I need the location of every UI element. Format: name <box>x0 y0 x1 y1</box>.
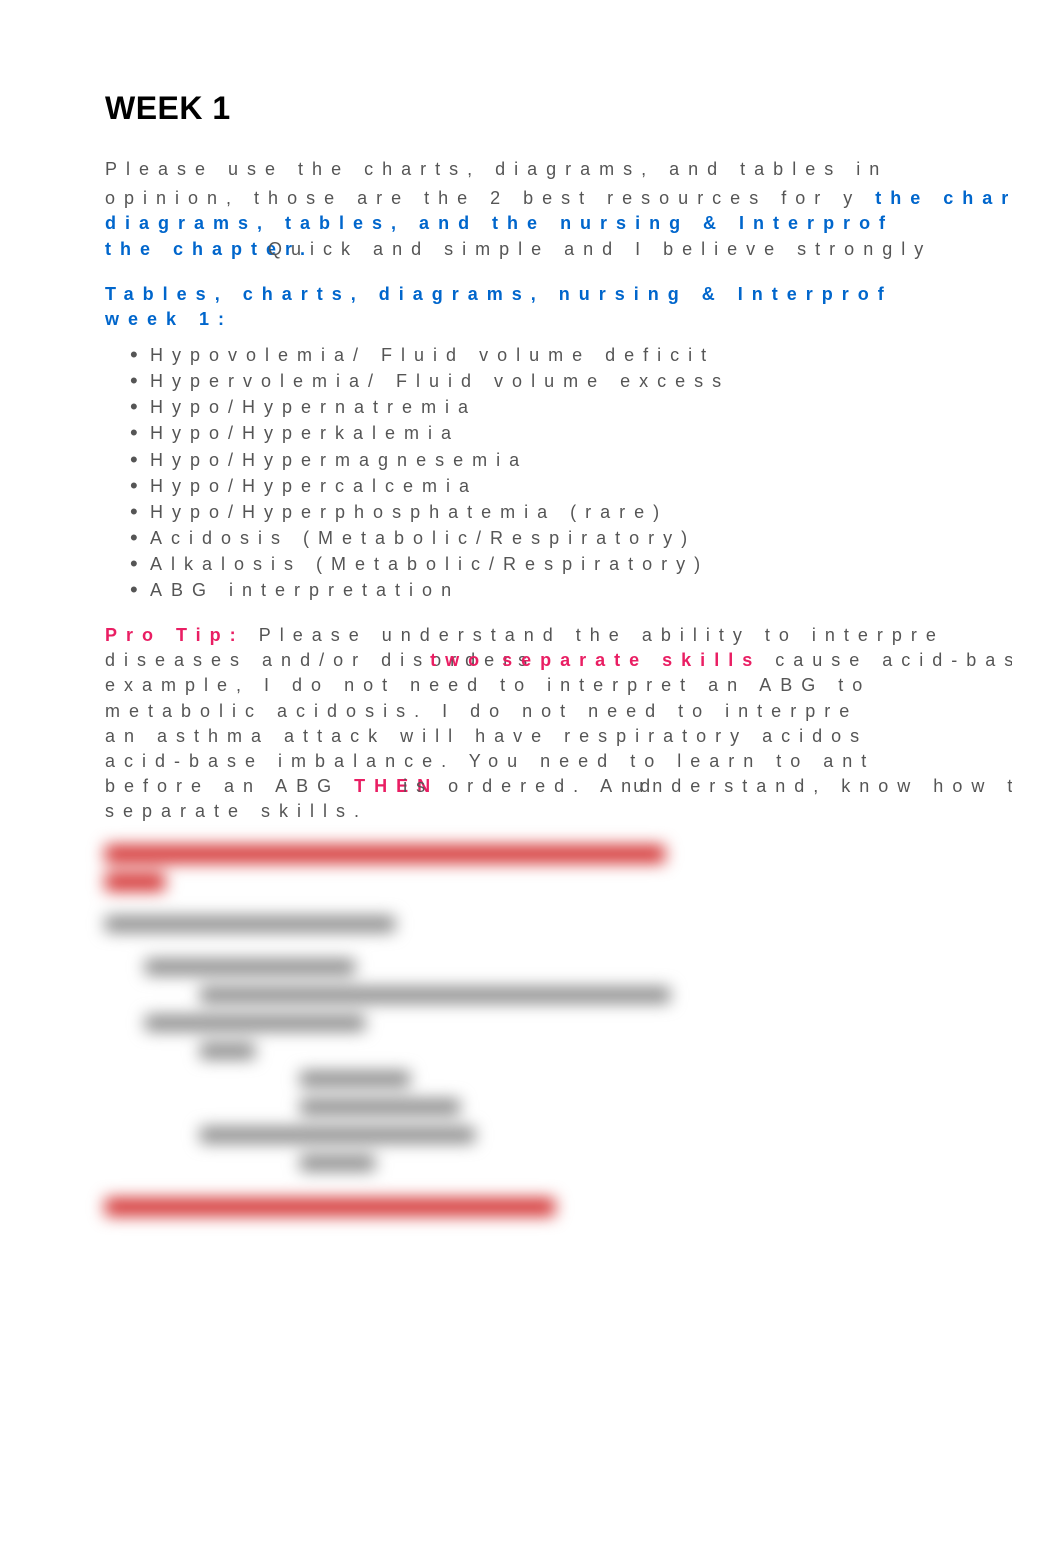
intro-line-4: the chapter. Quick and simple and I beli… <box>105 237 1012 262</box>
protip-line-4: metabolic acidosis. I do not need to int… <box>105 699 1012 724</box>
protip-line-5: an asthma attack will have respiratory a… <box>105 724 1012 749</box>
list-item: Hypo/Hypercalcemia <box>150 473 1012 499</box>
list-item: Hypo/Hyperkalemia <box>150 420 1012 446</box>
page-title: WEEK 1 <box>105 90 1012 127</box>
protip-line-6: acid-base imbalance. You need to learn t… <box>105 749 1012 774</box>
list-item: Alkalosis (Metabolic/Respiratory) <box>150 551 1012 577</box>
list-item: Hypo/Hypernatremia <box>150 394 1012 420</box>
protip-text-2b: cause acid-base For i <box>775 650 1012 670</box>
intro-line-2-blue: the charts, <box>875 188 1012 208</box>
protip-line-7: before an ABG THEN is ordered. And under… <box>105 774 1012 799</box>
protip-line-8: separate skills. <box>105 799 1012 824</box>
protip-text-7ov: understand, <box>633 776 841 796</box>
intro-line-2: opinion, those are the 2 best resources … <box>105 186 1012 211</box>
list-item: Hypervolemia/ Fluid volume excess <box>150 368 1012 394</box>
intro-line-2-gray: opinion, those are the 2 best resources … <box>105 188 861 208</box>
list-item: Hypovolemia/ Fluid volume deficit <box>150 342 1012 368</box>
topics-bullet-list: Hypovolemia/ Fluid volume deficit Hyperv… <box>105 342 1012 603</box>
topics-header-line-1: Tables, charts, diagrams, nursing & Inte… <box>105 282 1012 307</box>
intro-line-1: Please use the charts, diagrams, and tab… <box>105 157 1012 182</box>
protip-text-7b: is ordered. And <box>403 776 659 796</box>
topics-header-line-2: week 1: <box>105 307 1012 332</box>
protip-label: Pro Tip: <box>105 625 245 645</box>
intro-line-3: diagrams, tables, and the nursing & Inte… <box>105 211 1012 236</box>
list-item: Hypo/Hypermagnesemia <box>150 447 1012 473</box>
protip-text-1: Please understand the ability to interpr… <box>259 625 945 645</box>
intro-line-4-gray: Quick and simple and I believe strongly <box>268 239 932 259</box>
blurred-preview-section <box>105 845 1012 1218</box>
protip-line-3: example, I do not need to interpret an A… <box>105 673 1012 698</box>
protip-line-2: diseases and/or disorders two separate s… <box>105 648 1012 673</box>
list-item: ABG interpretation <box>150 577 1012 603</box>
protip-text-7a: before an ABG <box>105 776 354 796</box>
list-item: Hypo/Hyperphosphatemia (rare) <box>150 499 1012 525</box>
protip-text-2pink: two separate skills <box>430 650 761 670</box>
protip-line-1: Pro Tip: Please understand the ability t… <box>105 623 1012 648</box>
document-page: WEEK 1 Please use the charts, diagrams, … <box>0 0 1062 1276</box>
protip-text-7c: know how to in <box>841 776 1012 796</box>
list-item: Acidosis (Metabolic/Respiratory) <box>150 525 1012 551</box>
